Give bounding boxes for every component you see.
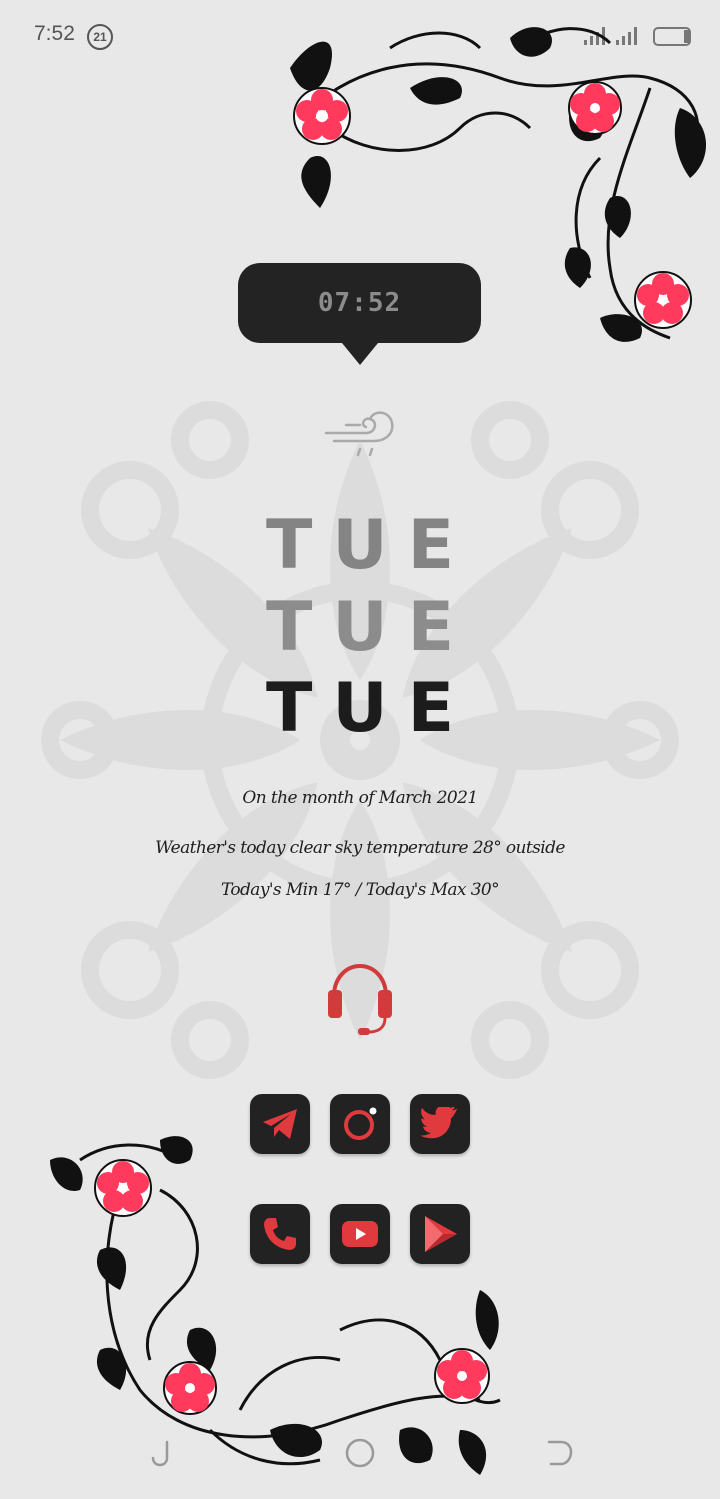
flower-4 — [94, 1159, 152, 1217]
notification-count-badge: 21 — [87, 24, 113, 50]
floral-decoration-bottom — [50, 1136, 501, 1475]
day-label-2: TUE — [265, 588, 475, 667]
month-info-text: On the month of March 2021 — [242, 788, 478, 808]
nav-recents-button[interactable] — [143, 1436, 177, 1470]
weather-info-text: Weather's today clear sky temperature 28… — [155, 838, 565, 858]
clock-time: 07:52 — [317, 288, 402, 318]
clock-widget[interactable]: 07:52 — [238, 263, 481, 365]
flower-1 — [293, 87, 351, 145]
nav-home-button[interactable] — [343, 1436, 377, 1470]
status-bar-time: 7:52 — [34, 22, 75, 45]
wind-rain-icon — [324, 411, 394, 457]
min-max-info-text: Today's Min 17° / Today's Max 30° — [220, 880, 500, 900]
flower-5 — [163, 1361, 217, 1415]
day-label-3: TUE — [265, 669, 475, 748]
flower-2 — [568, 81, 622, 135]
headset-icon[interactable] — [322, 960, 398, 1040]
flower-6 — [434, 1348, 490, 1404]
nav-back-button[interactable] — [543, 1436, 577, 1470]
flower-3 — [634, 271, 692, 329]
day-label-1: TUE — [265, 506, 475, 585]
